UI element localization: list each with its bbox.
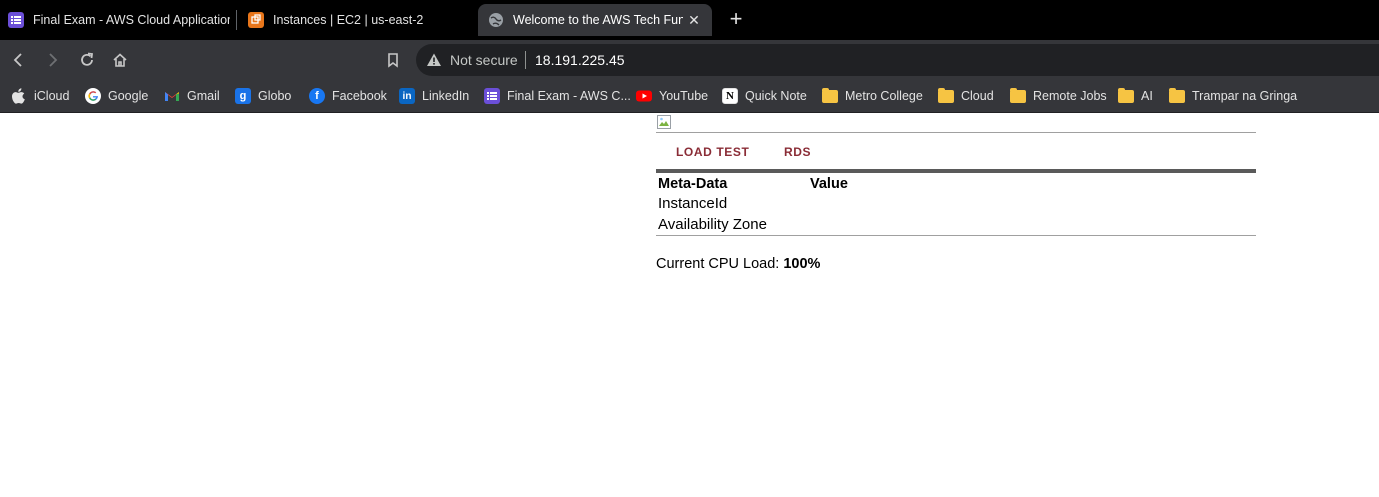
cpu-load-label: Current CPU Load:: [656, 256, 784, 272]
forward-icon[interactable]: [40, 48, 64, 72]
bookmark-label: Facebook: [332, 89, 387, 103]
reload-icon[interactable]: [75, 48, 99, 72]
nav-links: LOAD TEST RDS: [656, 143, 1256, 161]
tab-title: Final Exam - AWS Cloud Application: [33, 13, 230, 27]
folder-icon: [1169, 87, 1185, 104]
cpu-load-value: 100%: [783, 256, 821, 272]
tab-final-exam[interactable]: Final Exam - AWS Cloud Application: [8, 4, 230, 36]
new-tab-icon[interactable]: +: [724, 8, 748, 32]
globe-icon: [488, 12, 504, 28]
table-row: InstanceId: [658, 195, 1254, 215]
bookmark-label: LinkedIn: [422, 89, 470, 103]
bookmark-label: Final Exam - AWS C...: [507, 89, 631, 103]
meta-key-availability-zone: Availability Zone: [658, 216, 767, 233]
load-test-link[interactable]: LOAD TEST: [676, 145, 749, 159]
bookmark-trampar-na-gringa[interactable]: Trampar na Gringa: [1169, 86, 1297, 106]
bookmark-label: Quick Note: [745, 89, 807, 103]
bookmark-final-exam[interactable]: Final Exam - AWS C...: [484, 86, 631, 106]
bookmark-quick-note[interactable]: N Quick Note: [722, 86, 807, 106]
bookmark-label: Remote Jobs: [1033, 89, 1107, 103]
column-header-meta-data: Meta-Data: [658, 176, 728, 192]
tab-separator: [236, 10, 237, 30]
cpu-load: Current CPU Load: 100%: [656, 256, 820, 272]
bookmark-label: Google: [108, 89, 149, 103]
security-status[interactable]: Not secure: [450, 52, 518, 68]
web-page: LOAD TEST RDS Meta-Data Value InstanceId…: [0, 113, 1379, 497]
google-icon: [85, 88, 101, 104]
bookmark-facebook[interactable]: f Facebook: [309, 86, 387, 106]
home-icon[interactable]: [108, 48, 132, 72]
apple-icon: [10, 88, 26, 104]
tab-aws-tech-fund[interactable]: Welcome to the AWS Tech Fund ✕: [478, 4, 712, 36]
bookmark-label: YouTube: [659, 89, 709, 103]
folder-icon: [938, 87, 954, 104]
warning-icon[interactable]: [426, 52, 442, 68]
broken-image-icon: [656, 114, 672, 130]
folder-icon: [1010, 87, 1026, 104]
address-bar[interactable]: Not secure 18.191.225.45: [416, 44, 1379, 76]
bookmark-icon[interactable]: [381, 48, 405, 72]
bookmark-google[interactable]: Google: [85, 86, 148, 106]
bookmark-ai[interactable]: AI: [1118, 86, 1153, 106]
facebook-icon: f: [309, 88, 325, 104]
list-icon: [8, 12, 24, 28]
bookmark-label: iCloud: [34, 89, 70, 103]
tab-strip: Final Exam - AWS Cloud Application Insta…: [0, 0, 1379, 40]
back-icon[interactable]: [7, 48, 31, 72]
bookmark-gmail[interactable]: Gmail: [164, 86, 220, 106]
tab-title: Welcome to the AWS Tech Fund: [513, 13, 683, 27]
bookmark-icloud[interactable]: iCloud: [10, 86, 69, 106]
bookmark-label: Metro College: [845, 89, 923, 103]
youtube-icon: [636, 88, 652, 104]
globo-icon: g: [235, 88, 251, 104]
tab-ec2-instances[interactable]: Instances | EC2 | us-east-2: [248, 4, 468, 36]
notion-icon: N: [722, 88, 738, 104]
bookmark-cloud[interactable]: Cloud: [938, 86, 994, 106]
bookmark-globo[interactable]: g Globo: [235, 86, 291, 106]
table-header-row: Meta-Data Value: [658, 176, 1254, 196]
bookmark-label: AI: [1141, 89, 1153, 103]
gmail-icon: [164, 88, 180, 104]
url-text[interactable]: 18.191.225.45: [535, 52, 625, 68]
bookmark-metro-college[interactable]: Metro College: [822, 86, 923, 106]
bookmark-label: Cloud: [961, 89, 994, 103]
bookmark-label: Gmail: [187, 89, 220, 103]
table-divider: [656, 235, 1256, 236]
rds-link[interactable]: RDS: [784, 145, 811, 159]
bookmark-linkedin[interactable]: in LinkedIn: [399, 86, 469, 106]
meta-key-instance-id: InstanceId: [658, 195, 728, 212]
folder-icon: [822, 87, 838, 104]
table-row: Availability Zone: [658, 216, 1254, 236]
bookmarks-bar: iCloud Google Gmail g Globo f Facebook i…: [0, 80, 1379, 113]
bookmark-remote-jobs[interactable]: Remote Jobs: [1010, 86, 1107, 106]
bookmark-label: Globo: [258, 89, 292, 103]
list-icon: [484, 88, 500, 104]
tab-title: Instances | EC2 | us-east-2: [273, 13, 424, 27]
bookmark-youtube[interactable]: YouTube: [636, 86, 708, 106]
folder-icon: [1118, 87, 1134, 104]
close-tab-icon[interactable]: ✕: [686, 12, 702, 28]
address-divider: [525, 51, 526, 69]
linkedin-icon: in: [399, 88, 415, 104]
top-divider: [656, 132, 1256, 133]
nav-divider: [656, 169, 1256, 173]
column-header-value: Value: [810, 176, 848, 192]
bookmark-label: Trampar na Gringa: [1192, 89, 1298, 103]
aws-ec2-icon: [248, 12, 264, 28]
